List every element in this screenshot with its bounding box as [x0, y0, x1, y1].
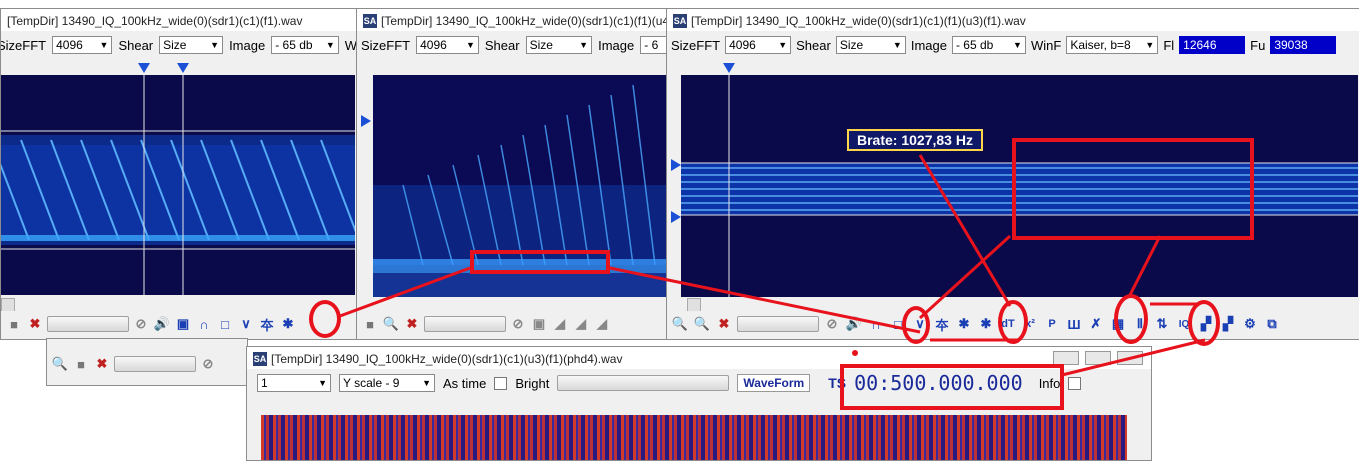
annotation-dot [852, 350, 858, 356]
annotation-oval-bars [1114, 294, 1148, 344]
annotation-box-timestamp [840, 364, 1064, 410]
annotation-oval-pulse [1188, 300, 1220, 346]
annotation-box-signal [1012, 138, 1254, 240]
annotation-box-middle [470, 250, 610, 274]
annotation-oval-arc [902, 306, 930, 344]
annotation-oval-down [998, 300, 1028, 344]
annotation-oval-left [309, 300, 341, 338]
